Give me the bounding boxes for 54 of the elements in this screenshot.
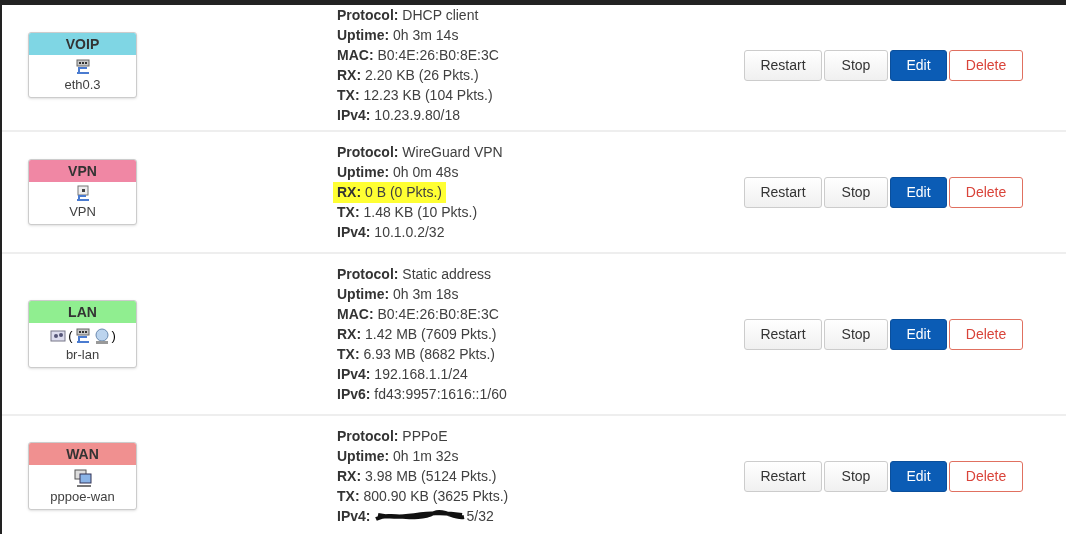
status-line: RX: 2.20 KB (26 Pkts.) (337, 65, 479, 85)
restart-button[interactable]: Restart (744, 460, 822, 492)
edit-button[interactable]: Edit (890, 460, 947, 492)
stop-button[interactable]: Stop (824, 460, 888, 492)
stop-button[interactable]: Stop (824, 176, 888, 208)
restart-button[interactable]: Restart (744, 176, 822, 208)
restart-button[interactable]: Restart (744, 49, 822, 81)
network-port-icon (73, 327, 92, 345)
status-line: TX: 12.23 KB (104 Pkts.) (337, 85, 493, 105)
device-name: VPN (69, 203, 96, 221)
status-line: Protocol: DHCP client (337, 5, 479, 25)
interface-name: LAN (29, 301, 136, 324)
interface-name: VOIP (29, 33, 136, 55)
restart-button[interactable]: Restart (744, 318, 822, 350)
status-line: IPv6: fd43:9957:1616::1/60 (337, 384, 507, 404)
network-port-icon (73, 58, 92, 76)
stop-button[interactable]: Stop (824, 318, 888, 350)
paren-open: ( (68, 327, 73, 346)
status-line: TX: 800.90 KB (3625 Pkts.) (337, 486, 509, 506)
wireless-icon (92, 327, 111, 345)
bridge-icon (49, 327, 68, 345)
delete-button[interactable]: Delete (949, 460, 1023, 492)
edit-button[interactable]: Edit (890, 49, 947, 81)
delete-button[interactable]: Delete (949, 49, 1023, 81)
status-line: Uptime: 0h 3m 14s (337, 25, 459, 45)
status-line: Uptime: 0h 3m 18s (337, 284, 459, 304)
paren-close: ) (111, 327, 116, 346)
status-line: IPv4: (337, 506, 371, 526)
status-line: MAC: B0:4E:26:B0:8E:3C (337, 45, 499, 65)
status-line: Protocol: PPPoE (337, 426, 448, 446)
delete-button[interactable]: Delete (949, 318, 1023, 350)
status-line: IPv4: 192.168.1.1/24 (337, 364, 468, 384)
status-line: Protocol: Static address (337, 264, 492, 284)
edit-button[interactable]: Edit (890, 176, 947, 208)
status-line: MAC: B0:4E:26:B0:8E:3C (337, 304, 499, 324)
stop-button[interactable]: Stop (824, 49, 888, 81)
ip-address-fragment: 5/32 (466, 506, 494, 526)
interface-name: WAN (29, 443, 136, 465)
status-line: TX: 1.48 KB (10 Pkts.) (337, 202, 478, 222)
status-line: IPv4: 10.1.0.2/32 (337, 222, 445, 242)
status-line: RX: 1.42 MB (7609 Pkts.) (337, 324, 497, 344)
device-name: br-lan (65, 345, 100, 364)
status-line: IPv4: 10.23.9.80/18 (337, 105, 460, 125)
device-name: pppoe-wan (50, 488, 115, 506)
status-line: TX: 6.93 MB (8682 Pkts.) (337, 344, 495, 364)
status-line: Protocol: WireGuard VPN (337, 142, 503, 162)
delete-button[interactable]: Delete (949, 176, 1023, 208)
status-line: RX: 3.98 MB (5124 Pkts.) (337, 466, 497, 486)
computer-icon (72, 468, 93, 488)
status-line: Uptime: 0h 1m 32s (337, 446, 459, 466)
edit-button[interactable]: Edit (890, 318, 947, 350)
status-line: Uptime: 0h 0m 48s (337, 162, 459, 182)
device-name: eth0.3 (64, 76, 101, 94)
interface-name: VPN (29, 160, 136, 182)
